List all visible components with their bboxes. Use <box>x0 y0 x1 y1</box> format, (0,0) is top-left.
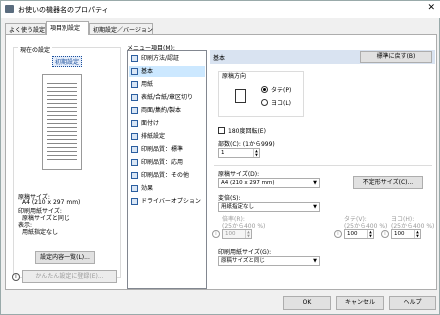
preview-line <box>47 115 77 116</box>
title-bar: お使いの機器名のプロパティ ✕ <box>1 1 440 18</box>
landscape-radio[interactable] <box>261 99 268 106</box>
preview-line <box>47 139 77 140</box>
duplex-icon <box>131 107 138 114</box>
preview-line <box>47 83 77 84</box>
portrait-page-icon <box>235 89 246 103</box>
quality-advanced-icon <box>131 159 138 166</box>
portrait-label: タテ(P) <box>271 87 292 94</box>
menu-item-paper[interactable]: 用紙 <box>129 79 205 90</box>
restore-defaults-button[interactable]: 標準に戻す(B) <box>360 51 432 63</box>
menu-item-print-method[interactable]: 印刷方法/認証 <box>129 53 205 64</box>
custom-size-button[interactable]: 不定形サイズ(C)... <box>353 176 423 189</box>
preview-line <box>47 99 77 100</box>
landscape-label: ヨコ(L) <box>271 100 292 107</box>
preview-line <box>47 111 77 112</box>
menu-item-basic[interactable]: 基本 <box>129 66 205 77</box>
preview-line <box>47 107 77 108</box>
paper-icon <box>131 81 138 88</box>
page-preview <box>42 74 82 170</box>
preview-line <box>47 135 77 136</box>
preview-line <box>47 143 77 144</box>
orientation-label: 原稿方向 <box>222 73 247 80</box>
menu-item-output[interactable]: 排紙設定 <box>129 131 205 142</box>
properties-window: お使いの機器名のプロパティ ✕ よく使う設定 項目別設定 初期設定／バージョン … <box>0 0 440 315</box>
ratio-spinbox[interactable]: 100 ▲ ▼ <box>222 229 252 239</box>
spin-arrows-icon[interactable]: ▲ ▼ <box>414 230 420 238</box>
spin-arrows-icon[interactable]: ▲ ▼ <box>245 230 251 238</box>
copies-spinbox[interactable]: 1 ▲ ▼ <box>218 148 260 158</box>
portrait-radio[interactable] <box>261 86 268 93</box>
menu-item-driver-options[interactable]: ドライバーオプション <box>129 196 205 207</box>
spin-arrows-icon[interactable]: ▲ ▼ <box>253 149 259 157</box>
preview-line <box>47 123 77 124</box>
menu-list: 印刷方法/認証 基本 用紙 表紙/合紙/章区切り 両面/集約/製本 面付け 排紙… <box>127 50 207 289</box>
info-icon: i <box>12 273 20 281</box>
info-icon: i <box>381 230 389 238</box>
cover-icon <box>131 94 138 101</box>
preview-line <box>47 91 77 92</box>
register-easy-settings-button[interactable]: かんたん設定に登録(E)... <box>22 270 117 283</box>
horizontal-spinbox[interactable]: 100 ▲ ▼ <box>391 229 421 239</box>
preview-line <box>47 147 77 148</box>
chevron-down-icon: ▼ <box>313 258 317 264</box>
effects-icon <box>131 185 138 192</box>
menu-item-duplex[interactable]: 両面/集約/製本 <box>129 105 205 116</box>
imposition-icon <box>131 120 138 127</box>
vertical-spinbox[interactable]: 100 ▲ ▼ <box>344 229 374 239</box>
rotate-180-label: 180度回転(E) <box>228 128 266 135</box>
scale-select[interactable]: 用紙指定なし ▼ <box>218 202 320 212</box>
quality-other-icon <box>131 172 138 179</box>
preview-line <box>47 95 77 96</box>
menu-item-quality-standard[interactable]: 印刷品質：標準 <box>129 144 205 155</box>
divider <box>214 165 432 166</box>
help-button[interactable]: ヘルプ <box>389 296 436 310</box>
print-method-icon <box>131 55 138 62</box>
print-paper-select[interactable]: 原稿サイズと同じ ▼ <box>218 256 320 266</box>
preview-line <box>47 131 77 132</box>
paper-size-label: 原稿サイズ(D): <box>218 171 260 178</box>
preview-line <box>47 155 77 156</box>
preview-line <box>47 87 77 88</box>
summary-color-value: 用紙指定なし <box>22 229 59 236</box>
preview-line <box>47 119 77 120</box>
printer-icon <box>5 5 14 13</box>
close-icon[interactable]: ✕ <box>427 3 435 13</box>
chevron-down-icon: ▼ <box>313 204 317 210</box>
preview-line <box>47 159 77 160</box>
copies-label: 部数(C): (1から999) <box>218 141 275 148</box>
settings-list-button[interactable]: 設定内容一覧(L)... <box>35 251 95 264</box>
spin-arrows-icon[interactable]: ▲ ▼ <box>367 230 373 238</box>
info-icon: i <box>212 230 220 238</box>
scale-label: 変倍(S): <box>218 195 241 202</box>
preview-line <box>47 103 77 104</box>
current-settings-value: 初期設定 <box>52 56 83 67</box>
driver-options-icon <box>131 198 138 205</box>
menu-item-quality-advanced[interactable]: 印刷品質：応用 <box>129 157 205 168</box>
preview-line <box>47 127 77 128</box>
section-title: 基本 <box>213 55 226 62</box>
cancel-button[interactable]: キャンセル <box>336 296 384 310</box>
ok-button[interactable]: OK <box>283 296 331 310</box>
menu-item-effects[interactable]: 効果 <box>129 183 205 194</box>
tab-defaults-version[interactable]: 初期設定／バージョン <box>89 23 153 34</box>
tab-item-settings[interactable]: 項目別設定 <box>46 21 89 35</box>
section-header: 基本 標準に戻す(B) <box>210 50 435 64</box>
menu-item-imposition[interactable]: 面付け <box>129 118 205 129</box>
menu-item-quality-other[interactable]: 印刷品質：その他 <box>129 170 205 181</box>
tab-panel: 現在の設定 初期設定 原稿サイズ: A4 (210 x 297 mm) 印刷用紙… <box>5 34 437 290</box>
preview-line <box>47 151 77 152</box>
summary-paper-size-value: A4 (210 x 297 mm) <box>22 199 81 206</box>
tab-frequent[interactable]: よく使う設定 <box>5 23 46 34</box>
paper-size-select[interactable]: A4 (210 x 297 mm) ▼ <box>218 178 320 188</box>
output-icon <box>131 133 138 140</box>
quality-standard-icon <box>131 146 138 153</box>
basic-icon <box>131 68 138 75</box>
chevron-down-icon: ▼ <box>313 180 317 186</box>
window-title: お使いの機器名のプロパティ <box>18 6 109 14</box>
rotate-180-checkbox[interactable] <box>218 127 225 134</box>
info-icon: i <box>334 230 342 238</box>
current-settings-label: 現在の設定 <box>18 45 53 54</box>
menu-item-cover[interactable]: 表紙/合紙/章区切り <box>129 92 205 103</box>
print-paper-label: 印刷用紙サイズ(G): <box>218 249 272 256</box>
